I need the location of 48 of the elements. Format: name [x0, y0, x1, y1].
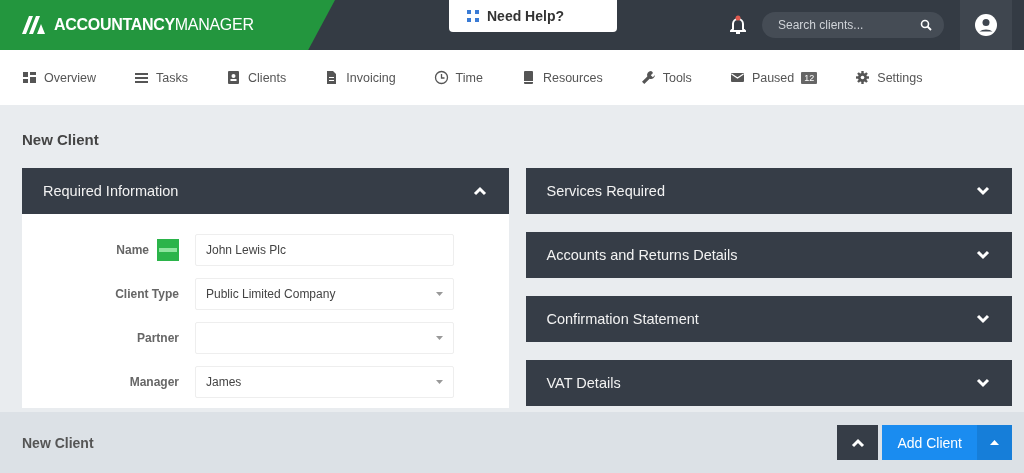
notification-bell-icon[interactable] — [730, 15, 746, 35]
nav-item[interactable]: Clients — [226, 70, 287, 85]
caret-icon — [435, 336, 443, 340]
nav-item[interactable]: Overview — [22, 70, 97, 85]
user-icon — [975, 14, 997, 36]
list-icon — [134, 70, 150, 85]
dashboard-icon — [22, 70, 37, 85]
nav-item[interactable]: Tasks — [134, 70, 189, 85]
page-title: New Client — [22, 131, 100, 148]
caret-icon — [435, 380, 443, 384]
panel-header[interactable]: Services Required — [525, 168, 1012, 214]
panel-header[interactable]: Accounts and Returns Details — [525, 232, 1012, 278]
select-field[interactable]: Public Limited Company — [195, 278, 454, 310]
caret-icon — [990, 440, 999, 445]
grid-icon — [467, 10, 479, 22]
dropdown-toggle-button[interactable] — [977, 425, 1012, 460]
field-label: Partner — [136, 331, 179, 345]
chevron-up-icon — [850, 437, 865, 448]
nav-item[interactable]: Time — [433, 70, 483, 85]
settings-icon — [855, 70, 871, 85]
help-button[interactable]: Need Help? — [449, 0, 617, 32]
contact-card-icon — [226, 70, 242, 85]
field-label: Name — [116, 243, 149, 257]
panel-header[interactable]: Required Information — [22, 168, 509, 214]
caret-icon — [435, 292, 443, 296]
footer-title: New Client — [22, 434, 95, 451]
search-field[interactable]: Search clients... — [762, 12, 944, 38]
select-field[interactable] — [195, 322, 454, 354]
scroll-up-button[interactable] — [837, 425, 879, 460]
field-label: Manager — [129, 375, 179, 389]
logo-text: ACCOUNTANCYMANAGER — [54, 16, 254, 34]
nav-item[interactable]: Resources — [520, 70, 603, 85]
text-field[interactable]: John Lewis Plc — [195, 234, 454, 266]
logo-icon — [22, 16, 48, 34]
nav-item[interactable]: Settings — [855, 70, 923, 85]
nav-item[interactable]: Paused 12 — [729, 70, 818, 85]
wrench-icon — [640, 70, 656, 85]
nav-item[interactable]: Tools — [640, 70, 692, 85]
envelope-icon — [729, 70, 745, 85]
user-avatar-button[interactable] — [960, 0, 1012, 50]
panel-header[interactable]: Confirmation Statement — [525, 296, 1012, 342]
count-badge: 12 — [801, 71, 818, 84]
field-label: Client Type — [115, 287, 179, 301]
nav-item[interactable]: Invoicing — [324, 70, 396, 85]
select-field[interactable]: James — [195, 366, 454, 398]
clock-icon — [433, 70, 449, 85]
search-icon — [920, 19, 932, 31]
panel-header[interactable]: VAT Details — [525, 360, 1012, 406]
